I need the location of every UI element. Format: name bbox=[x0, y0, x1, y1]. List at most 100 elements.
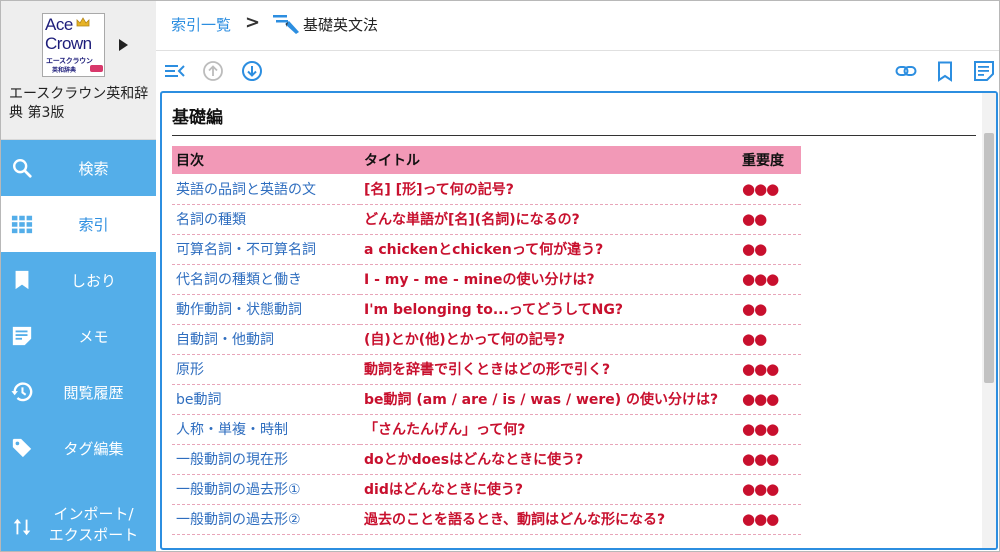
toc-cell-text[interactable]: 一般動詞の現在形 bbox=[176, 452, 288, 468]
collapse-list-icon[interactable] bbox=[164, 60, 186, 82]
title-cell[interactable]: didはどんなときに使う? bbox=[360, 474, 738, 505]
sidebar-item-label: しおり bbox=[70, 272, 116, 290]
table-header-row: 目次 タイトル 重要度 bbox=[172, 146, 801, 174]
table-row[interactable]: be動詞 be動詞 (am / are / is / was / were) の使… bbox=[172, 384, 801, 415]
toc-cell[interactable]: 代名詞の種類と働き bbox=[172, 264, 360, 295]
toc-cell[interactable]: 動作動詞・状態動詞 bbox=[172, 294, 360, 325]
title-cell[interactable]: be動詞 (am / are / is / was / were) の使い分けは… bbox=[360, 384, 738, 415]
sidebar-item-memo[interactable]: メモ bbox=[1, 308, 156, 364]
table-row[interactable]: 自動詞・他動詞 (自)とか(他)とかって何の記号? ●● bbox=[172, 324, 801, 355]
toc-cell-text[interactable]: 一般動詞の過去形① bbox=[176, 482, 301, 498]
title-cell[interactable]: (自)とか(他)とかって何の記号? bbox=[360, 324, 738, 355]
title-cell-text[interactable]: be動詞 (am / are / is / was / were) の使い分けは… bbox=[364, 392, 718, 408]
title-cell[interactable]: a chickenとchickenって何が違う? bbox=[360, 234, 738, 265]
sidebar-item-tag-edit[interactable]: タグ編集 bbox=[1, 420, 156, 476]
arrow-down-circle-icon[interactable] bbox=[241, 60, 263, 82]
title-cell-text[interactable]: 「さんたんげん」って何? bbox=[364, 422, 525, 438]
importance-cell: ●● bbox=[738, 204, 801, 235]
sidebar-item-import-export[interactable]: インポート/ エクスポート bbox=[1, 498, 156, 551]
scrollbar-thumb[interactable] bbox=[984, 133, 994, 383]
toc-cell-text[interactable]: 名詞の種類 bbox=[176, 212, 246, 228]
import-export-icon bbox=[13, 518, 31, 536]
column-header-title: タイトル bbox=[360, 146, 738, 174]
sidebar-item-label: メモ bbox=[78, 328, 109, 346]
importance-cell: ●●● bbox=[738, 444, 801, 475]
memo-outline-icon[interactable] bbox=[973, 60, 995, 82]
toc-cell-text[interactable]: 動作動詞・状態動詞 bbox=[176, 302, 302, 318]
column-header-importance: 重要度 bbox=[738, 146, 801, 174]
importance-cell-text: ●● bbox=[742, 300, 767, 318]
breadcrumb-index-list[interactable]: 索引一覧 bbox=[171, 14, 231, 35]
title-cell[interactable]: I - my - me - mineの使い分けは? bbox=[360, 264, 738, 295]
title-cell[interactable]: [名] [形]って何の記号? bbox=[360, 174, 738, 205]
title-cell-text[interactable]: I'm belonging to...ってどうしてNG? bbox=[364, 302, 623, 318]
title-cell-text[interactable]: didはどんなときに使う? bbox=[364, 482, 523, 498]
table-row[interactable]: 原形 動詞を辞書で引くときはどの形で引く? ●●● bbox=[172, 354, 801, 385]
table-row[interactable]: 一般動詞の現在形 doとかdoesはどんなときに使う? ●●● bbox=[172, 444, 801, 475]
toc-cell-text[interactable]: 英語の品詞と英語の文 bbox=[176, 182, 316, 198]
table-row[interactable]: 英語の品詞と英語の文 [名] [形]って何の記号? ●●● bbox=[172, 174, 801, 205]
title-cell-text[interactable]: (自)とか(他)とかって何の記号? bbox=[364, 332, 565, 348]
link-icon[interactable] bbox=[895, 60, 917, 82]
title-cell[interactable]: 過去のことを語るとき、動詞はどんな形になる? bbox=[360, 504, 738, 535]
title-cell-text[interactable]: 過去のことを語るとき、動詞はどんな形になる? bbox=[364, 512, 665, 528]
bookmark-icon bbox=[15, 270, 29, 290]
page-title: 基礎英文法 bbox=[303, 16, 379, 34]
toc-cell-text[interactable]: 人称・単複・時制 bbox=[176, 422, 288, 438]
title-cell-text[interactable]: どんな単語が[名](名詞)になるの? bbox=[364, 212, 580, 228]
toc-cell[interactable]: 一般動詞の過去形① bbox=[172, 474, 360, 505]
toc-cell-text[interactable]: 自動詞・他動詞 bbox=[176, 332, 274, 348]
toc-cell-text[interactable]: be動詞 bbox=[176, 392, 222, 408]
toc-cell-text[interactable]: 原形 bbox=[176, 362, 204, 378]
toc-cell[interactable]: 一般動詞の現在形 bbox=[172, 444, 360, 475]
arrow-up-circle-icon[interactable] bbox=[202, 60, 224, 82]
table-row[interactable]: 可算名詞・不可算名詞 a chickenとchickenって何が違う? ●● bbox=[172, 234, 801, 265]
title-cell[interactable]: doとかdoesはどんなときに使う? bbox=[360, 444, 738, 475]
importance-cell: ●●● bbox=[738, 174, 801, 205]
title-cell[interactable]: 「さんたんげん」って何? bbox=[360, 414, 738, 445]
table-row[interactable]: 一般動詞の過去形② 過去のことを語るとき、動詞はどんな形になる? ●●● bbox=[172, 504, 801, 535]
toc-cell-text[interactable]: 可算名詞・不可算名詞 bbox=[176, 242, 316, 258]
title-cell[interactable]: どんな単語が[名](名詞)になるの? bbox=[360, 204, 738, 235]
importance-cell: ●●● bbox=[738, 414, 801, 445]
play-arrow-icon[interactable] bbox=[119, 39, 128, 51]
book-header[interactable]: Ace Crown エースクラウン 英和辞典 エースクラウン英和辞典 第3版 bbox=[1, 1, 156, 140]
section-divider bbox=[172, 135, 976, 136]
toc-cell[interactable]: 英語の品詞と英語の文 bbox=[172, 174, 360, 205]
toc-cell[interactable]: 可算名詞・不可算名詞 bbox=[172, 234, 360, 265]
sidebar-item-bookmarks[interactable]: しおり bbox=[1, 252, 156, 308]
title-cell[interactable]: I'm belonging to...ってどうしてNG? bbox=[360, 294, 738, 325]
toc-cell[interactable]: 一般動詞の過去形② bbox=[172, 504, 360, 535]
toc-cell[interactable]: 自動詞・他動詞 bbox=[172, 324, 360, 355]
title-cell-text[interactable]: a chickenとchickenって何が違う? bbox=[364, 242, 603, 258]
importance-cell: ●● bbox=[738, 324, 801, 355]
toc-cell[interactable]: 人称・単複・時制 bbox=[172, 414, 360, 445]
sidebar-item-history[interactable]: 閲覧履歴 bbox=[1, 364, 156, 420]
scrollbar[interactable] bbox=[982, 93, 996, 548]
table-row[interactable]: 人称・単複・時制 「さんたんげん」って何? ●●● bbox=[172, 414, 801, 445]
table-row[interactable]: 動作動詞・状態動詞 I'm belonging to...ってどうしてNG? ●● bbox=[172, 294, 801, 325]
importance-cell-text: ●● bbox=[742, 330, 767, 348]
sidebar-item-search[interactable]: 検索 bbox=[1, 140, 156, 196]
list-pen-icon bbox=[273, 15, 299, 34]
importance-cell-text: ●●● bbox=[742, 179, 779, 198]
toc-cell-text[interactable]: 代名詞の種類と働き bbox=[176, 272, 302, 288]
importance-cell-text: ●●● bbox=[742, 450, 779, 468]
table-row[interactable]: 一般動詞の過去形① didはどんなときに使う? ●●● bbox=[172, 474, 801, 505]
title-cell-text[interactable]: doとかdoesはどんなときに使う? bbox=[364, 452, 583, 468]
toc-cell[interactable]: 名詞の種類 bbox=[172, 204, 360, 235]
bookmark-outline-icon[interactable] bbox=[934, 60, 956, 82]
table-row[interactable]: 代名詞の種類と働き I - my - me - mineの使い分けは? ●●● bbox=[172, 264, 801, 295]
title-cell[interactable]: 動詞を辞書で引くときはどの形で引く? bbox=[360, 354, 738, 385]
title-cell-text[interactable]: I - my - me - mineの使い分けは? bbox=[364, 272, 595, 288]
title-cell-text[interactable]: 動詞を辞書で引くときはどの形で引く? bbox=[364, 362, 610, 378]
table-row[interactable]: 名詞の種類 どんな単語が[名](名詞)になるの? ●● bbox=[172, 204, 801, 235]
toolbar bbox=[156, 51, 999, 91]
toc-cell[interactable]: 原形 bbox=[172, 354, 360, 385]
column-header-toc: 目次 bbox=[172, 146, 360, 174]
sidebar-item-index[interactable]: 索引 bbox=[1, 196, 156, 252]
toc-cell-text[interactable]: 一般動詞の過去形② bbox=[176, 512, 301, 528]
title-cell-text[interactable]: [名] [形]って何の記号? bbox=[364, 182, 514, 198]
toc-cell[interactable]: be動詞 bbox=[172, 384, 360, 415]
tag-icon bbox=[12, 438, 32, 458]
